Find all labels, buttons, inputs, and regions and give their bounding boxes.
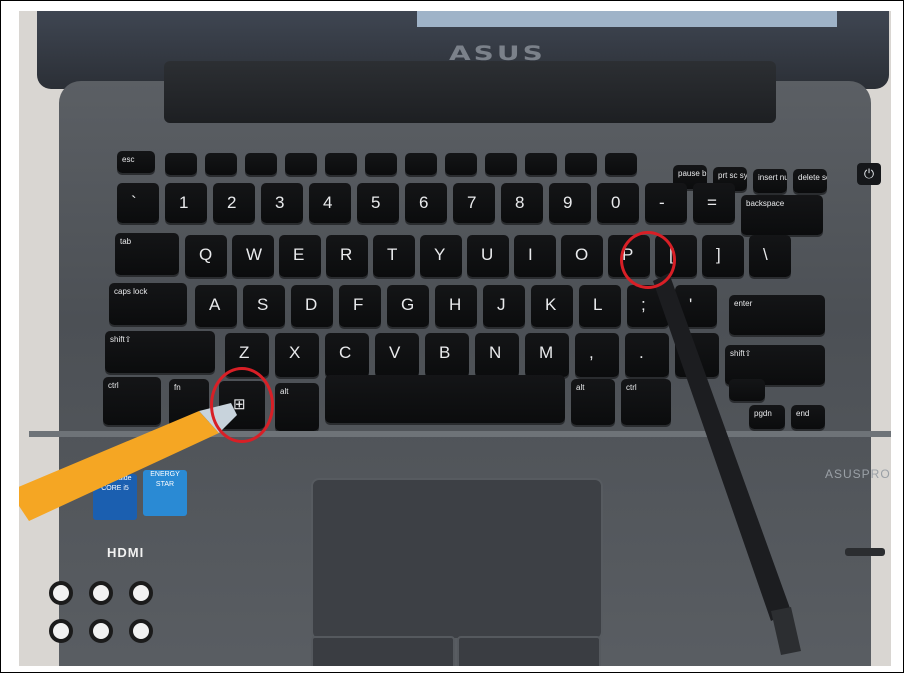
laptop-photo: ASUS ⏻ escpause breakprt sc sysrqinsert …: [19, 11, 891, 666]
photo-frame: ASUS ⏻ escpause breakprt sc sysrqinsert …: [0, 0, 904, 673]
windows-key-highlight-circle: [210, 367, 274, 443]
p-key-highlight-circle: [620, 231, 676, 289]
black-pen-body: [653, 273, 791, 621]
black-pen-cap: [771, 607, 801, 655]
pens-overlay: [19, 273, 801, 655]
orange-pen-body: [19, 411, 219, 521]
